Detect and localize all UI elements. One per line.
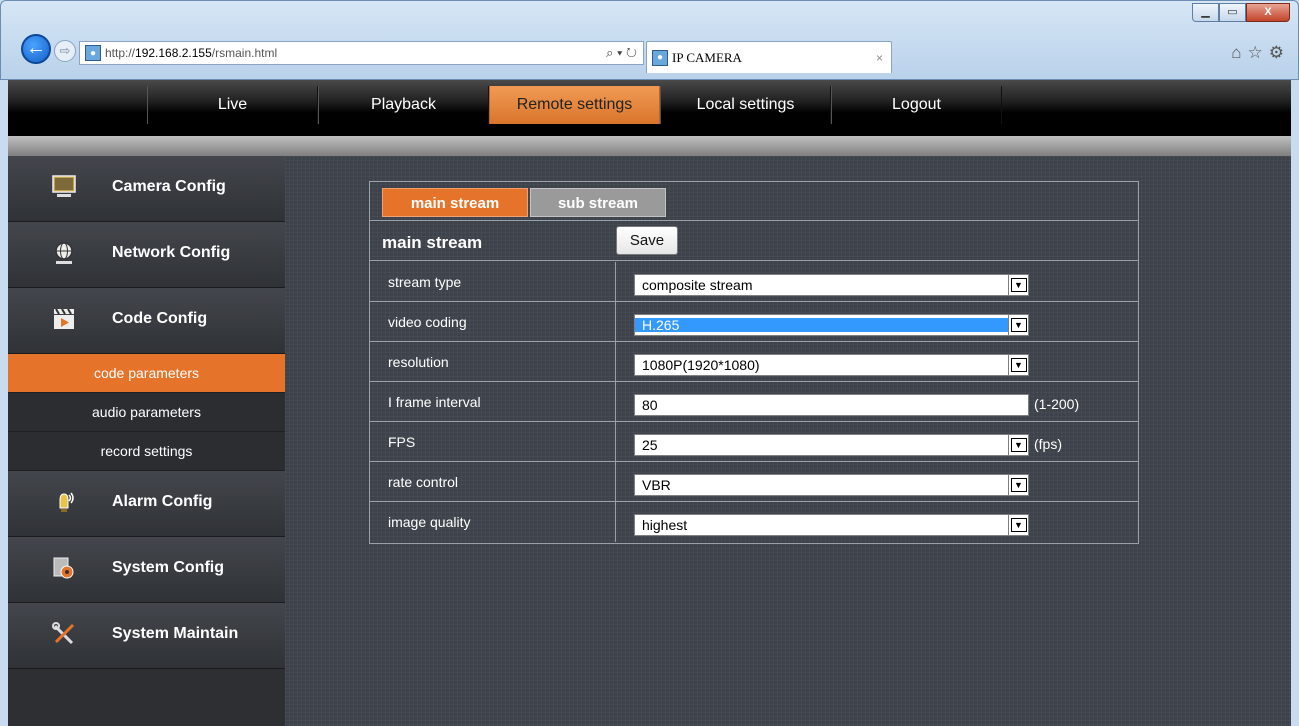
sidebar-item-camera-config[interactable]: Camera Config [8,156,285,222]
sidebar-label: System Maintain [112,625,239,642]
dropdown-arrow-icon[interactable]: ▼ [1008,435,1028,455]
dropdown-arrow-icon[interactable]: ▼ [1008,515,1028,535]
stream-type-select[interactable]: composite stream ▼ [634,274,1029,296]
sidebar-label: System Config [112,559,225,576]
sidebar: Camera Config Network Config Code Config… [8,156,285,726]
url-host: 192.168.2.155 [135,46,212,60]
select-value: 25 [642,437,658,453]
dropdown-arrow-icon[interactable]: ▼ [1008,475,1028,495]
nav-playback[interactable]: Playback [318,86,489,124]
i-frame-interval-input[interactable]: 80 [634,394,1029,416]
row-label: I frame interval [370,382,616,421]
row-label: FPS [370,422,616,461]
settings-gear-icon [53,557,74,579]
arrow-left-icon: ← [26,37,46,59]
address-bar[interactable]: ● http://192.168.2.155/rsmain.html ⌕ ▾ ↻ [79,41,644,65]
browser-toolbar-icons: ⌂ ☆ ⚙ [1231,43,1284,63]
top-nav: Live Playback Remote settings Local sett… [8,80,1291,136]
row-label: image quality [370,502,616,542]
row-label: video coding [370,302,616,341]
select-value: composite stream [642,277,753,293]
sidebar-subitem-code-parameters[interactable]: code parameters [8,354,285,393]
select-value: 1080P(1920*1080) [642,357,760,373]
row-resolution: resolution 1080P(1920*1080) ▼ [370,342,1138,382]
sidebar-label: Alarm Config [112,493,213,510]
tab-favicon-icon: ● [652,49,668,66]
star-icon[interactable]: ☆ [1248,43,1263,63]
panel-header: main stream Save [370,222,1138,261]
image-quality-select[interactable]: highest ▼ [634,514,1029,536]
select-value: highest [642,517,688,533]
back-button[interactable]: ← [21,34,51,64]
maximize-button[interactable]: ▭ [1219,3,1246,22]
browser-window-frame: ▁ ▭ X ← ⇨ ● http://192.168.2.155/rsmain.… [0,0,1299,80]
sidebar-item-alarm-config[interactable]: Alarm Config [8,471,285,537]
dropdown-arrow-icon[interactable]: ▼ [1008,315,1028,335]
row-i-frame-interval: I frame interval 80 (1-200) [370,382,1138,422]
wrench-screwdriver-icon [52,622,75,645]
row-rate-control: rate control VBR ▼ [370,462,1138,502]
i-frame-range-hint: (1-200) [1034,396,1080,412]
search-refresh-controls[interactable]: ⌕ ▾ ↻ [606,45,643,61]
main-content: main stream sub stream main stream Save … [285,156,1291,726]
url-prefix: http:// [105,46,136,60]
video-coding-select[interactable]: H.265 ▼ [634,314,1029,336]
save-button[interactable]: Save [616,226,678,255]
sidebar-subitem-record-settings[interactable]: record settings [8,432,285,471]
close-window-button[interactable]: X [1246,3,1290,22]
row-label: stream type [370,262,616,301]
select-value: VBR [642,477,671,493]
nav-live[interactable]: Live [147,86,318,124]
row-image-quality: image quality highest ▼ [370,502,1138,542]
sidebar-item-system-config[interactable]: System Config [8,537,285,603]
stream-tabs: main stream sub stream [370,182,1138,221]
sidebar-item-network-config[interactable]: Network Config [8,222,285,288]
sidebar-label: Code Config [112,310,208,327]
row-label: resolution [370,342,616,381]
url-path: /rsmain.html [211,46,278,60]
tab-sub-stream[interactable]: sub stream [530,188,666,217]
alarm-icon [59,492,74,512]
header-divider [8,136,1291,156]
row-video-coding: video coding H.265 ▼ [370,302,1138,342]
sidebar-item-code-config[interactable]: Code Config [8,288,285,354]
nav-local-settings[interactable]: Local settings [660,86,831,124]
tab-title: IP CAMERA [672,49,742,65]
arrow-right-icon: ⇨ [59,43,71,58]
page-favicon-icon: ● [85,45,101,61]
tab-close-button[interactable]: × [876,51,883,65]
forward-button[interactable]: ⇨ [54,40,76,62]
sidebar-label: Network Config [112,244,231,261]
nav-remote-settings[interactable]: Remote settings [489,86,660,124]
panel-title: main stream [382,233,483,252]
rate-control-select[interactable]: VBR ▼ [634,474,1029,496]
home-icon[interactable]: ⌂ [1231,43,1241,63]
monitor-icon [52,175,76,197]
sidebar-subitem-audio-parameters[interactable]: audio parameters [8,393,285,432]
nav-logout[interactable]: Logout [831,86,1002,124]
fps-select[interactable]: 25 ▼ [634,434,1029,456]
camera-web-page: Live Playback Remote settings Local sett… [8,80,1291,726]
select-value: H.265 [642,317,680,333]
row-fps: FPS 25 ▼ (fps) [370,422,1138,462]
dropdown-arrow-icon[interactable]: ▼ [1008,355,1028,375]
url-text[interactable]: http://192.168.2.155/rsmain.html [105,46,606,60]
window-controls: ▁ ▭ X [1192,3,1290,22]
row-stream-type: stream type composite stream ▼ [370,262,1138,302]
code-parameters-panel: main stream sub stream main stream Save … [369,181,1139,544]
sidebar-item-system-maintain[interactable]: System Maintain [8,603,285,669]
resolution-select[interactable]: 1080P(1920*1080) ▼ [634,354,1029,376]
sidebar-label: Camera Config [112,178,226,195]
globe-icon [55,242,73,264]
minimize-button[interactable]: ▁ [1192,3,1219,22]
browser-tab[interactable]: ● IP CAMERA × [646,41,892,73]
fps-unit: (fps) [1034,436,1062,452]
dropdown-arrow-icon[interactable]: ▼ [1008,275,1028,295]
gear-icon[interactable]: ⚙ [1269,43,1284,63]
tab-main-stream[interactable]: main stream [382,188,528,217]
clapperboard-icon [54,308,74,329]
row-label: rate control [370,462,616,501]
